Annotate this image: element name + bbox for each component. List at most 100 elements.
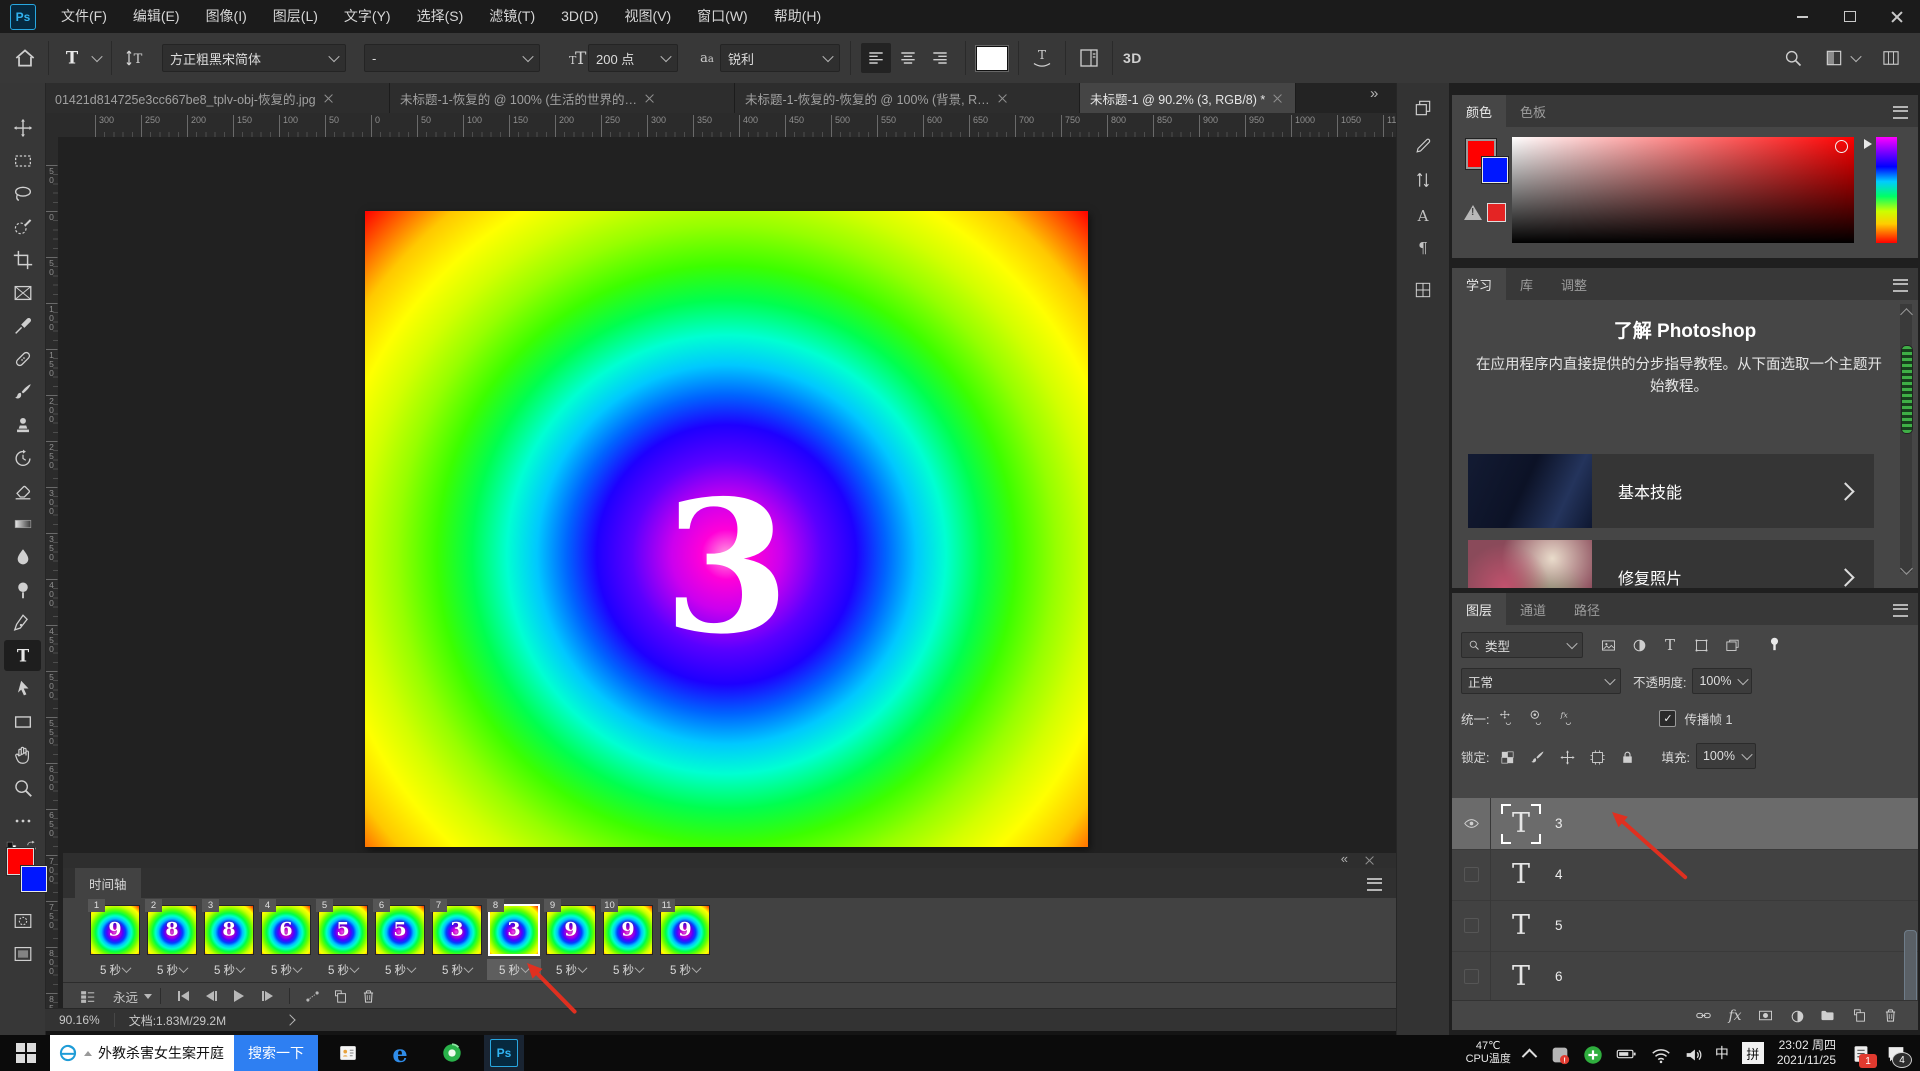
saturation-field[interactable] xyxy=(1512,137,1854,243)
tab-paths[interactable]: 路径 xyxy=(1560,593,1614,625)
menu-item[interactable]: 图像(I) xyxy=(193,0,260,33)
frame-thumbnail[interactable]: 9 xyxy=(546,905,596,955)
notification-icon-1[interactable]: 1 xyxy=(1849,1042,1871,1064)
shape-tool[interactable] xyxy=(4,706,41,737)
frame-delay-select[interactable]: 5 秒 xyxy=(202,959,256,980)
animation-frame[interactable]: 1095 秒 xyxy=(603,902,653,984)
marquee-tool[interactable] xyxy=(4,145,41,176)
convert-frames-button[interactable] xyxy=(75,988,99,1005)
gradient-tool[interactable] xyxy=(4,508,41,539)
new-layer-icon[interactable] xyxy=(1849,1006,1869,1026)
tab-adjustments[interactable]: 调整 xyxy=(1547,268,1601,300)
document-tab[interactable]: 未标题-1-恢复的 @ 100% (生活的世界的… xyxy=(390,83,735,113)
fill-field[interactable]: 100% xyxy=(1696,743,1756,769)
animation-frame[interactable]: 465 秒 xyxy=(261,902,311,984)
frame-thumbnail[interactable]: 5 xyxy=(318,905,368,955)
panel-menu-icon[interactable] xyxy=(1893,604,1908,617)
close-panel-icon[interactable] xyxy=(1365,856,1374,865)
paragraph-panel-icon[interactable]: ¶ xyxy=(1412,237,1434,259)
frame-thumbnail[interactable]: 8 xyxy=(204,905,254,955)
duplicate-frame-button[interactable] xyxy=(326,988,354,1005)
unify-style-icon[interactable]: fx xyxy=(1555,707,1577,729)
animation-frame[interactable]: 1195 秒 xyxy=(660,902,710,984)
ime-language[interactable]: 中 xyxy=(1715,1043,1729,1063)
propagate-checkbox[interactable]: ✓ xyxy=(1659,710,1676,727)
menu-item[interactable]: 编辑(E) xyxy=(120,0,193,33)
layer-visibility-toggle[interactable] xyxy=(1452,900,1491,951)
timeline-tab[interactable]: 时间轴 xyxy=(75,868,141,898)
tutorial-card-basics[interactable]: 基本技能 xyxy=(1468,454,1874,528)
menu-item[interactable]: 选择(S) xyxy=(404,0,477,33)
lock-pixels-icon[interactable] xyxy=(1525,745,1547,767)
filter-adjustment-layers-icon[interactable] xyxy=(1628,634,1650,656)
frame-delay-select[interactable]: 5 秒 xyxy=(430,959,484,980)
layer-row[interactable]: T6 xyxy=(1452,951,1918,1003)
quick-mask-button[interactable] xyxy=(4,905,41,936)
menu-item[interactable]: 图层(L) xyxy=(260,0,331,33)
document-tab[interactable]: 未标题-1-恢复的-恢复的 @ 100% (背景, R… xyxy=(735,83,1080,113)
tab-learn[interactable]: 学习 xyxy=(1452,268,1506,300)
glyphs-panel-icon[interactable] xyxy=(1412,279,1434,301)
panel-menu-icon[interactable] xyxy=(1893,279,1908,292)
home-button[interactable] xyxy=(12,45,38,71)
link-layers-icon[interactable] xyxy=(1694,1006,1714,1026)
brush-tool[interactable] xyxy=(4,376,41,407)
workspace-switcher[interactable] xyxy=(1824,48,1860,68)
zoom-tool[interactable] xyxy=(4,772,41,803)
dodge-tool[interactable] xyxy=(4,574,41,605)
new-group-icon[interactable] xyxy=(1818,1006,1838,1026)
history-brush-tool[interactable] xyxy=(4,442,41,473)
unify-visibility-icon[interactable] xyxy=(1525,707,1547,729)
menu-item[interactable]: 文件(F) xyxy=(48,0,120,33)
tab-color[interactable]: 颜色 xyxy=(1452,95,1506,127)
type-tool[interactable]: T xyxy=(4,640,41,671)
previous-frame-button[interactable] xyxy=(197,991,225,1001)
frame-delay-select[interactable]: 5 秒 xyxy=(259,959,313,980)
zoom-level[interactable]: 90.16% xyxy=(59,1013,100,1027)
frame-delay-select[interactable]: 5 秒 xyxy=(373,959,427,980)
tab-swatches[interactable]: 色板 xyxy=(1506,95,1560,127)
character-panel-icon[interactable]: A xyxy=(1412,205,1434,227)
background-color-swatch[interactable] xyxy=(21,866,47,892)
menu-item[interactable]: 文字(Y) xyxy=(331,0,404,33)
pen-tool[interactable] xyxy=(4,607,41,638)
filter-smart-objects-icon[interactable] xyxy=(1721,634,1743,656)
layer-visibility-toggle[interactable] xyxy=(1452,849,1491,900)
tab-close-icon[interactable] xyxy=(324,94,333,103)
font-style-select[interactable]: - xyxy=(364,44,540,72)
blend-mode-select[interactable]: 正常 xyxy=(1461,668,1621,694)
clone-source-panel-icon[interactable] xyxy=(1412,97,1434,119)
tray-expand-icon[interactable] xyxy=(1522,1048,1538,1064)
layer-row[interactable]: T5 xyxy=(1452,900,1918,952)
scrollbar-thumb[interactable] xyxy=(1904,930,1917,1007)
text-color-swatch[interactable] xyxy=(976,46,1008,71)
path-select-tool[interactable] xyxy=(4,673,41,704)
adjustment-layer-icon[interactable] xyxy=(1787,1006,1807,1026)
tab-overflow-button[interactable]: » xyxy=(1370,85,1378,102)
frame-thumbnail[interactable]: 5 xyxy=(375,905,425,955)
menu-item[interactable]: 滤镜(T) xyxy=(476,0,548,33)
scrollbar-thumb[interactable] xyxy=(1901,345,1913,434)
animation-frame[interactable]: 735 秒 xyxy=(432,902,482,984)
object-selection-tool[interactable] xyxy=(4,211,41,242)
font-size-select[interactable]: 200 点 xyxy=(588,44,678,72)
ime-mode[interactable]: 拼 xyxy=(1742,1042,1764,1064)
frame-thumbnail[interactable]: 8 xyxy=(147,905,197,955)
toggle-panels-button[interactable] xyxy=(1076,45,1102,71)
animation-frame[interactable]: 555 秒 xyxy=(318,902,368,984)
maximize-button[interactable] xyxy=(1826,0,1873,33)
eyedropper-tool[interactable] xyxy=(4,310,41,341)
animation-frame[interactable]: 195 秒 xyxy=(90,902,140,984)
search-go-button[interactable]: 搜索一下 xyxy=(234,1035,318,1071)
taskbar-photoshop-app[interactable]: Ps xyxy=(484,1035,524,1071)
wifi-icon[interactable] xyxy=(1649,1043,1669,1063)
layer-visibility-toggle[interactable] xyxy=(1452,951,1491,1002)
delete-layer-icon[interactable] xyxy=(1880,1006,1900,1026)
frame-delay-select[interactable]: 5 秒 xyxy=(88,959,142,980)
menu-item[interactable]: 帮助(H) xyxy=(761,0,834,33)
layer-row[interactable]: T3 xyxy=(1452,798,1918,850)
animation-frame[interactable]: 285 秒 xyxy=(147,902,197,984)
notification-icon-2[interactable]: 4 xyxy=(1884,1042,1906,1064)
play-button[interactable] xyxy=(225,990,253,1002)
align-center-button[interactable] xyxy=(893,43,923,73)
